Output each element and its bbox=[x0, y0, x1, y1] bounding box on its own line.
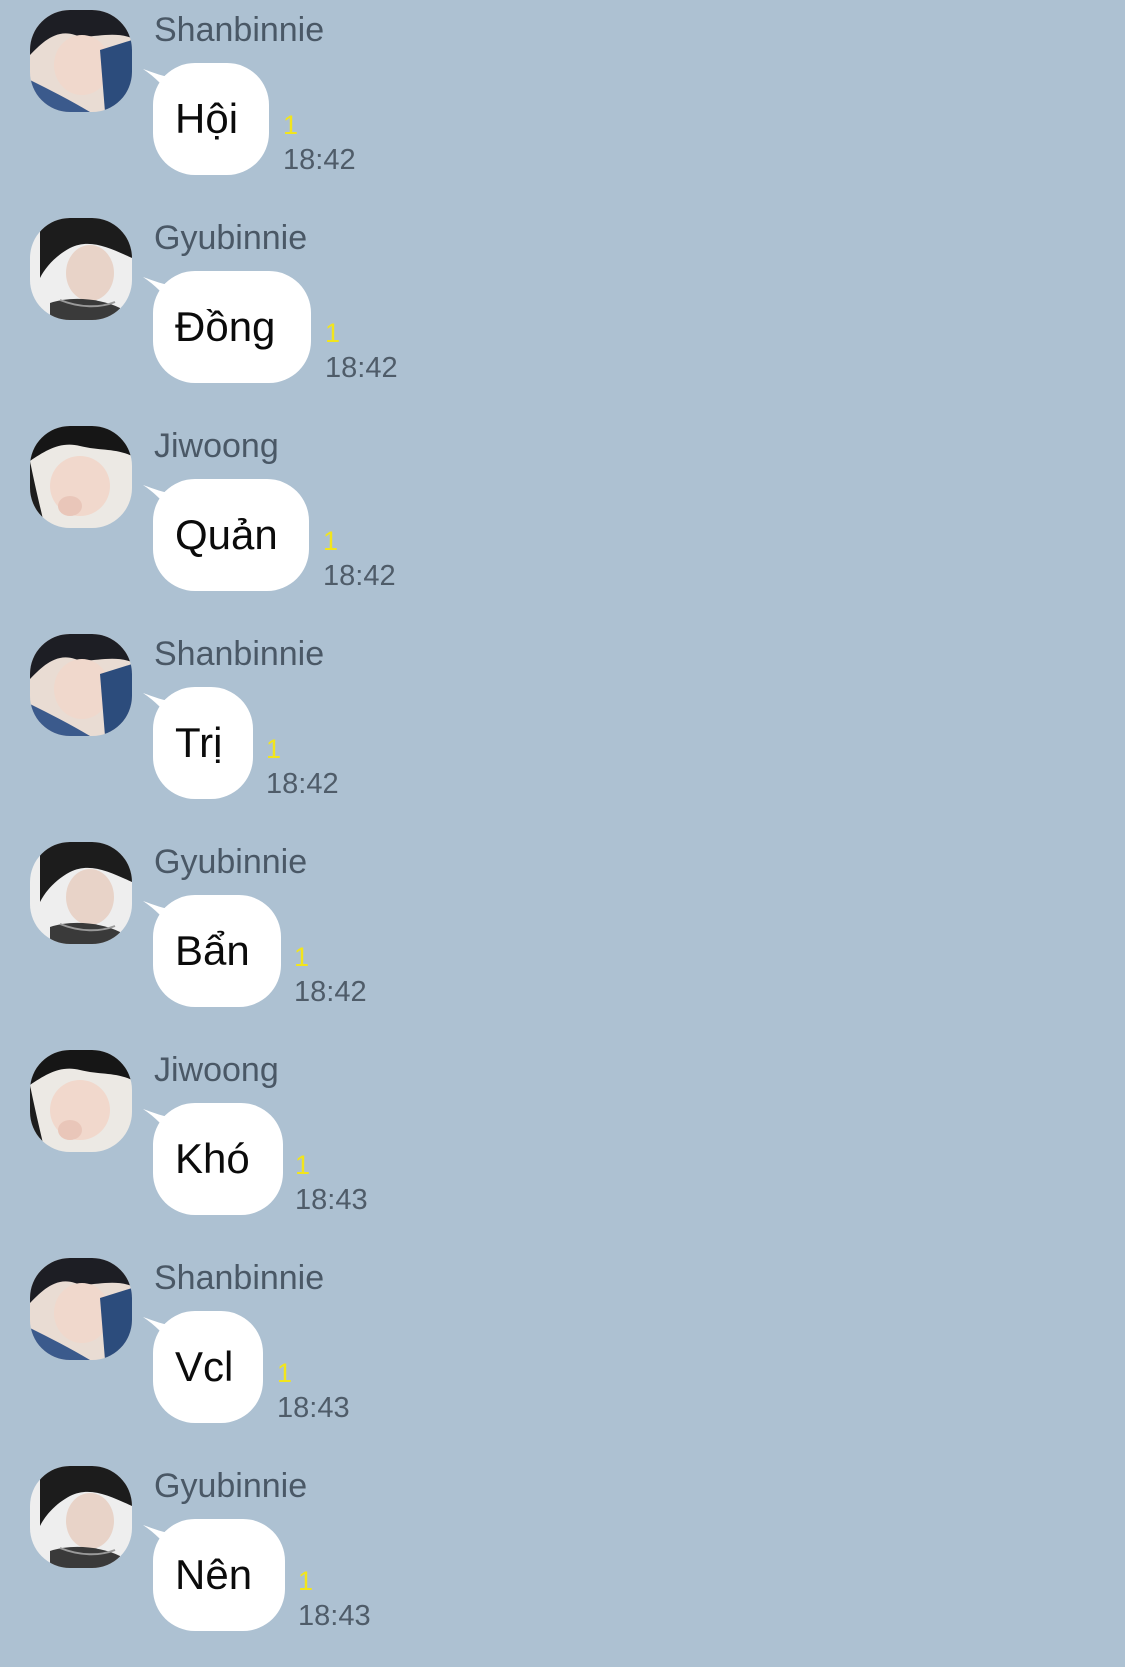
message-row: Jiwoong Khó 1 18:43 bbox=[0, 1040, 1125, 1240]
message-time: 18:43 bbox=[295, 1184, 368, 1216]
avatar[interactable] bbox=[30, 634, 132, 736]
avatar[interactable] bbox=[30, 10, 132, 112]
shanbinnie-avatar-image bbox=[30, 10, 132, 112]
message-row: Gyubinnie Đồng 1 18:42 bbox=[0, 208, 1125, 408]
sender-name: Gyubinnie bbox=[154, 843, 308, 881]
avatar[interactable] bbox=[30, 218, 132, 320]
message-time: 18:42 bbox=[323, 560, 396, 592]
message-row: Gyubinnie Nên 1 18:43 bbox=[0, 1456, 1125, 1656]
sender-name: Jiwoong bbox=[154, 1051, 279, 1089]
jiwoong-avatar-image bbox=[30, 426, 132, 528]
message-bubble[interactable]: Trị bbox=[153, 687, 253, 799]
sender-name: Gyubinnie bbox=[154, 219, 308, 257]
sender-name: Jiwoong bbox=[154, 427, 279, 465]
jiwoong-avatar-image bbox=[30, 1050, 132, 1152]
gyubinnie-avatar-image bbox=[30, 842, 132, 944]
message-bubble[interactable]: Hội bbox=[153, 63, 269, 175]
avatar[interactable] bbox=[30, 426, 132, 528]
message-bubble[interactable]: Quản bbox=[153, 479, 309, 591]
message-time: 18:43 bbox=[277, 1392, 350, 1424]
shanbinnie-avatar-image bbox=[30, 1258, 132, 1360]
message-row: Shanbinnie Hội 1 18:42 bbox=[0, 0, 1125, 200]
unread-count: 1 bbox=[283, 110, 299, 140]
message-row: Jiwoong Quản 1 18:42 bbox=[0, 416, 1125, 616]
message-time: 18:42 bbox=[266, 768, 339, 800]
message-row: Shanbinnie Vcl 1 18:43 bbox=[0, 1248, 1125, 1448]
message-bubble[interactable]: Vcl bbox=[153, 1311, 263, 1423]
unread-count: 1 bbox=[325, 318, 341, 348]
unread-count: 1 bbox=[294, 942, 310, 972]
message-row: Gyubinnie Bẩn 1 18:42 bbox=[0, 832, 1125, 1032]
message-time: 18:42 bbox=[283, 144, 356, 176]
message-time: 18:42 bbox=[294, 976, 367, 1008]
message-row: Shanbinnie Trị 1 18:42 bbox=[0, 624, 1125, 824]
sender-name: Shanbinnie bbox=[154, 1259, 325, 1297]
unread-count: 1 bbox=[266, 734, 282, 764]
unread-count: 1 bbox=[277, 1358, 293, 1388]
sender-name: Shanbinnie bbox=[154, 11, 325, 49]
message-bubble[interactable]: Nên bbox=[153, 1519, 285, 1631]
avatar[interactable] bbox=[30, 1466, 132, 1568]
message-time: 18:43 bbox=[298, 1600, 371, 1632]
gyubinnie-avatar-image bbox=[30, 1466, 132, 1568]
sender-name: Shanbinnie bbox=[154, 635, 325, 673]
avatar[interactable] bbox=[30, 1050, 132, 1152]
chat-message-list[interactable]: Shanbinnie Hội 1 18:42 Gyubinnie Đồng 1 … bbox=[0, 0, 1125, 1667]
message-time: 18:42 bbox=[325, 352, 398, 384]
avatar[interactable] bbox=[30, 842, 132, 944]
shanbinnie-avatar-image bbox=[30, 634, 132, 736]
sender-name: Gyubinnie bbox=[154, 1467, 308, 1505]
message-bubble[interactable]: Bẩn bbox=[153, 895, 281, 1007]
gyubinnie-avatar-image bbox=[30, 218, 132, 320]
message-bubble[interactable]: Đồng bbox=[153, 271, 311, 383]
unread-count: 1 bbox=[323, 526, 339, 556]
avatar[interactable] bbox=[30, 1258, 132, 1360]
message-bubble[interactable]: Khó bbox=[153, 1103, 283, 1215]
unread-count: 1 bbox=[295, 1150, 311, 1180]
unread-count: 1 bbox=[298, 1566, 314, 1596]
